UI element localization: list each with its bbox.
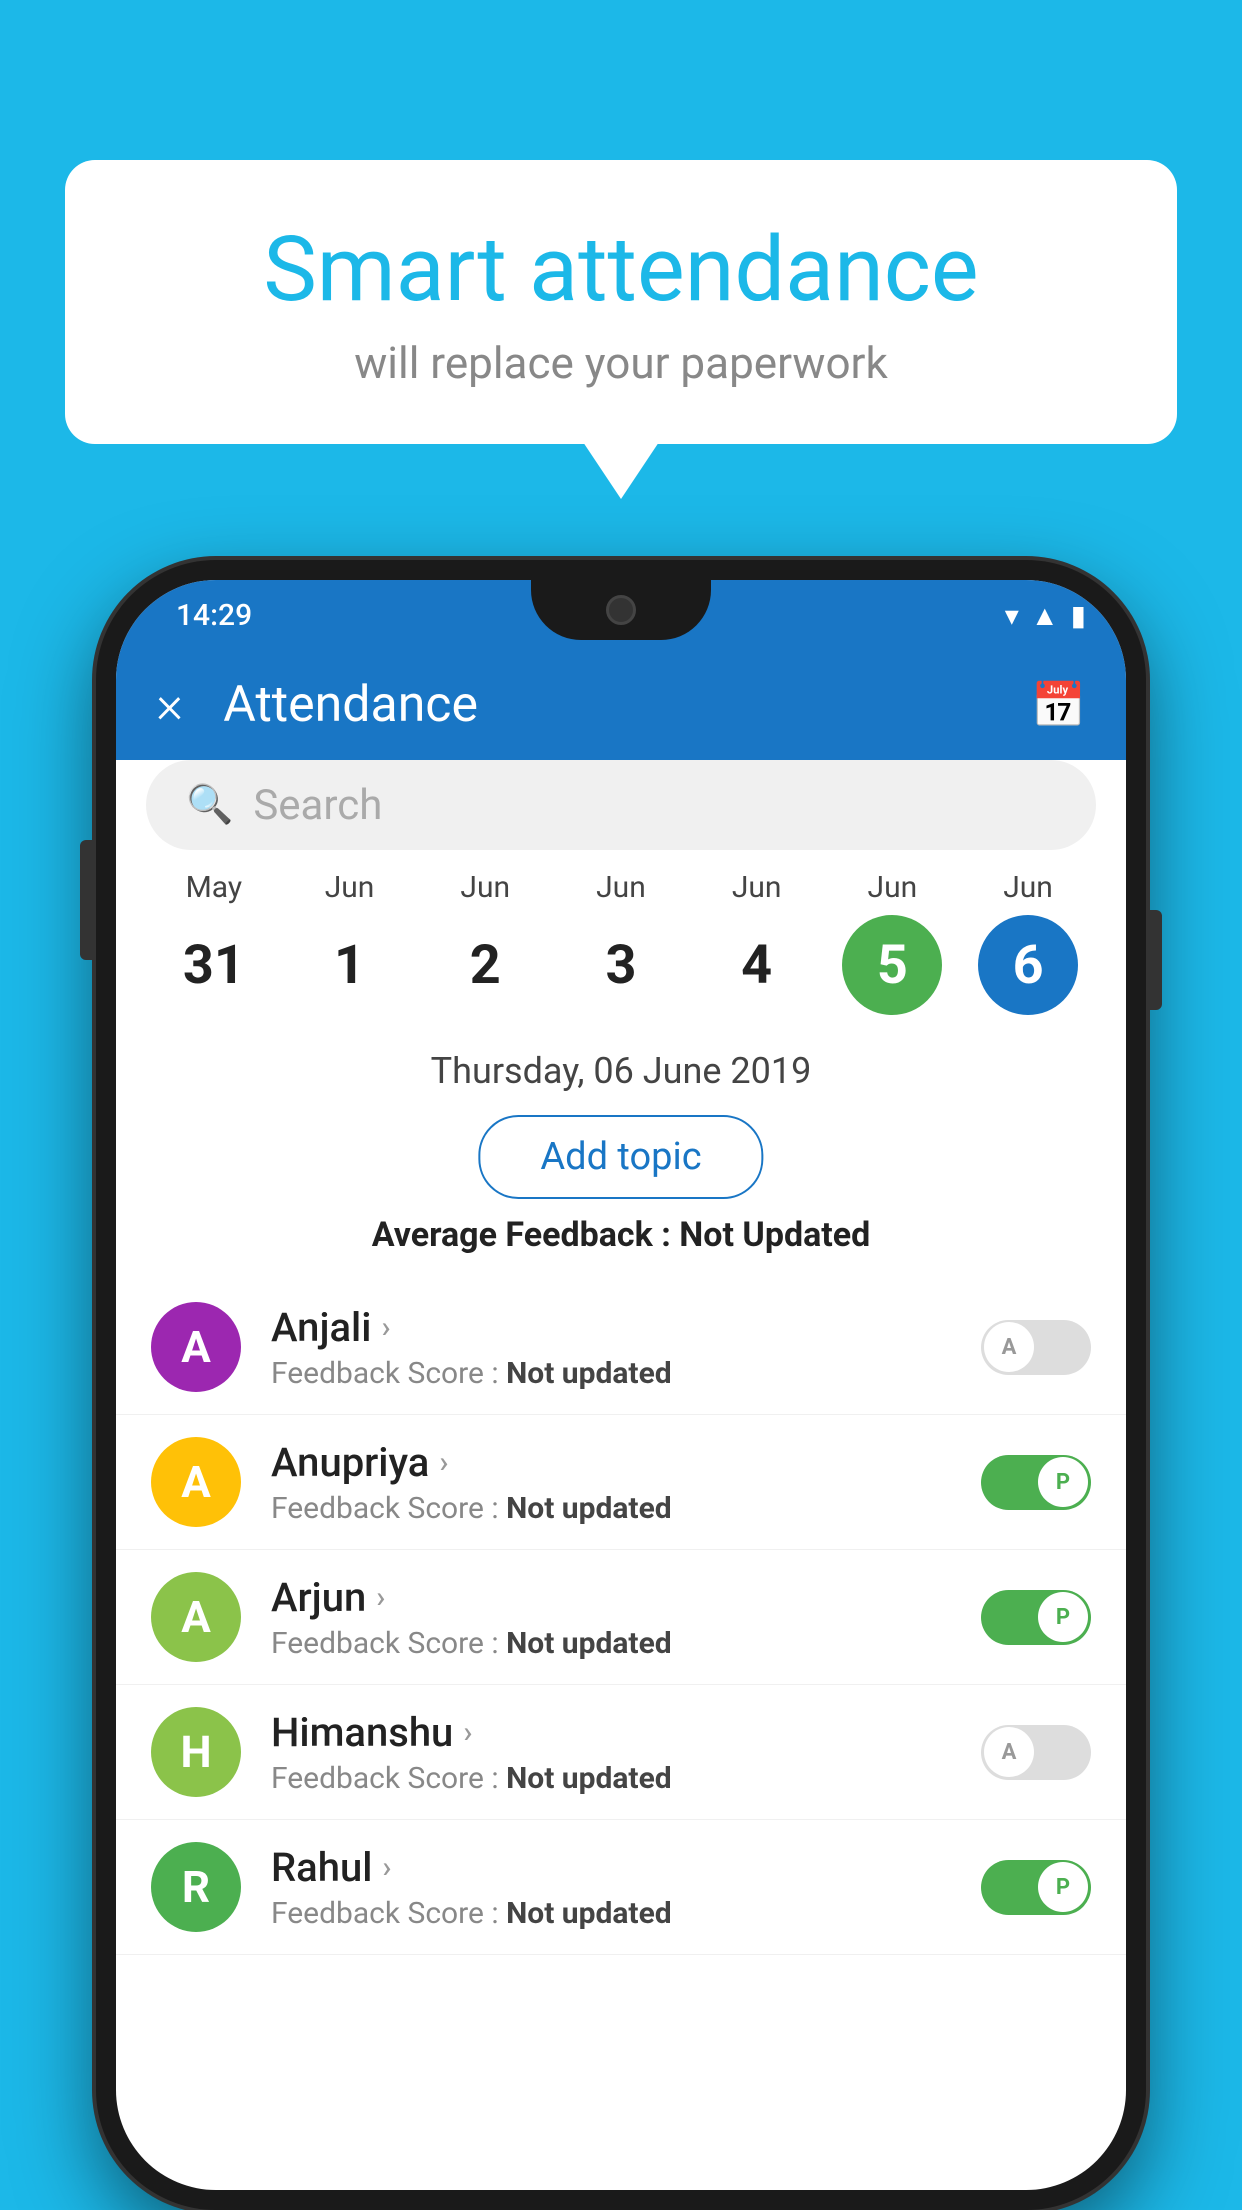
calendar-date-number[interactable]: 31 [164, 915, 264, 1015]
student-avatar: H [151, 1707, 241, 1797]
attendance-toggle-wrapper[interactable]: A [981, 1725, 1091, 1780]
status-icons: ▾ ▲ ▮ [1005, 599, 1086, 632]
search-icon: 🔍 [186, 783, 233, 827]
chevron-right-icon: › [381, 1310, 390, 1345]
chevron-right-icon: › [376, 1580, 385, 1615]
toggle-knob: A [984, 1727, 1034, 1777]
student-name: Himanshu › [271, 1709, 951, 1756]
calendar-date-number[interactable]: 5 [842, 915, 942, 1015]
battery-icon: ▮ [1071, 599, 1086, 632]
toggle-knob: P [1038, 1592, 1088, 1642]
student-feedback: Feedback Score : Not updated [271, 1356, 951, 1391]
student-item[interactable]: R Rahul › Feedback Score : Not updated P [116, 1820, 1126, 1955]
search-placeholder: Search [253, 781, 382, 830]
avg-feedback: Average Feedback : Not Updated [116, 1215, 1126, 1255]
student-info: Anjali › Feedback Score : Not updated [271, 1304, 951, 1391]
student-feedback: Feedback Score : Not updated [271, 1491, 951, 1526]
selected-date-label: Thursday, 06 June 2019 [116, 1050, 1126, 1092]
status-time: 14:29 [156, 598, 252, 633]
app-bar: × Attendance 📅 [116, 650, 1126, 760]
calendar-date-number[interactable]: 3 [571, 915, 671, 1015]
calendar-month-label: Jun [596, 870, 646, 905]
calendar-day[interactable]: Jun 5 [842, 870, 942, 1015]
calendar-month-label: Jun [325, 870, 375, 905]
student-info: Rahul › Feedback Score : Not updated [271, 1844, 951, 1931]
student-item[interactable]: A Anjali › Feedback Score : Not updated A [116, 1280, 1126, 1415]
attendance-toggle[interactable]: A [981, 1320, 1091, 1375]
calendar-month-label: Jun [460, 870, 510, 905]
attendance-toggle[interactable]: P [981, 1590, 1091, 1645]
calendar-row: May 31 Jun 1 Jun 2 Jun 3 Jun 4 Jun 5 Jun 6 [116, 870, 1126, 1015]
student-feedback: Feedback Score : Not updated [271, 1626, 951, 1661]
calendar-icon[interactable]: 📅 [1031, 679, 1086, 731]
calendar-date-number[interactable]: 4 [707, 915, 807, 1015]
calendar-day[interactable]: May 31 [164, 870, 264, 1015]
calendar-day[interactable]: Jun 3 [571, 870, 671, 1015]
calendar-day[interactable]: Jun 4 [707, 870, 807, 1015]
bubble-subtitle: will replace your paperwork [135, 337, 1107, 389]
calendar-month-label: Jun [868, 870, 918, 905]
calendar-month-label: Jun [732, 870, 782, 905]
phone-outer: 14:29 ▾ ▲ ▮ × Attendance 📅 🔍 Search Ma [96, 560, 1146, 2210]
student-info: Himanshu › Feedback Score : Not updated [271, 1709, 951, 1796]
attendance-toggle[interactable]: A [981, 1725, 1091, 1780]
toggle-knob: P [1038, 1862, 1088, 1912]
calendar-day[interactable]: Jun 6 [978, 870, 1078, 1015]
calendar-day[interactable]: Jun 2 [435, 870, 535, 1015]
attendance-toggle-wrapper[interactable]: P [981, 1860, 1091, 1915]
avg-feedback-value: Not Updated [679, 1215, 870, 1255]
attendance-toggle-wrapper[interactable]: P [981, 1455, 1091, 1510]
add-topic-button[interactable]: Add topic [478, 1115, 763, 1199]
calendar-month-label: Jun [1003, 870, 1053, 905]
phone-frame: 14:29 ▾ ▲ ▮ × Attendance 📅 🔍 Search Ma [96, 560, 1146, 2210]
calendar-date-number[interactable]: 6 [978, 915, 1078, 1015]
calendar-day[interactable]: Jun 1 [300, 870, 400, 1015]
avg-feedback-prefix: Average Feedback : [372, 1215, 680, 1255]
notch-camera [606, 595, 636, 625]
student-list: AAnjali ›Feedback Score : Not updatedAAA… [116, 1280, 1126, 2190]
student-feedback: Feedback Score : Not updated [271, 1761, 951, 1796]
student-name: Arjun › [271, 1574, 951, 1621]
calendar-month-label: May [186, 870, 242, 905]
chevron-right-icon: › [382, 1850, 391, 1885]
student-item[interactable]: A Arjun › Feedback Score : Not updated P [116, 1550, 1126, 1685]
student-info: Anupriya › Feedback Score : Not updated [271, 1439, 951, 1526]
attendance-toggle-wrapper[interactable]: P [981, 1590, 1091, 1645]
wifi-icon: ▾ [1005, 599, 1019, 632]
toggle-knob: A [984, 1322, 1034, 1372]
phone-screen: 14:29 ▾ ▲ ▮ × Attendance 📅 🔍 Search Ma [116, 580, 1126, 2190]
search-bar[interactable]: 🔍 Search [146, 760, 1096, 850]
chevron-right-icon: › [439, 1445, 448, 1480]
attendance-toggle-wrapper[interactable]: A [981, 1320, 1091, 1375]
student-name: Rahul › [271, 1844, 951, 1891]
student-item[interactable]: H Himanshu › Feedback Score : Not updated A [116, 1685, 1126, 1820]
app-title: Attendance [223, 676, 1031, 734]
student-name: Anjali › [271, 1304, 951, 1351]
attendance-toggle[interactable]: P [981, 1455, 1091, 1510]
calendar-date-number[interactable]: 2 [435, 915, 535, 1015]
phone-notch [531, 580, 711, 640]
student-name: Anupriya › [271, 1439, 951, 1486]
student-avatar: A [151, 1437, 241, 1527]
close-button[interactable]: × [156, 679, 183, 731]
student-avatar: A [151, 1572, 241, 1662]
attendance-toggle[interactable]: P [981, 1860, 1091, 1915]
student-feedback: Feedback Score : Not updated [271, 1896, 951, 1931]
toggle-knob: P [1038, 1457, 1088, 1507]
speech-bubble-container: Smart attendance will replace your paper… [65, 160, 1177, 444]
student-avatar: A [151, 1302, 241, 1392]
student-item[interactable]: A Anupriya › Feedback Score : Not updated P [116, 1415, 1126, 1550]
calendar-date-number[interactable]: 1 [300, 915, 400, 1015]
signal-icon: ▲ [1031, 599, 1059, 632]
student-avatar: R [151, 1842, 241, 1932]
chevron-right-icon: › [463, 1715, 472, 1750]
speech-bubble: Smart attendance will replace your paper… [65, 160, 1177, 444]
student-info: Arjun › Feedback Score : Not updated [271, 1574, 951, 1661]
bubble-title: Smart attendance [135, 220, 1107, 319]
